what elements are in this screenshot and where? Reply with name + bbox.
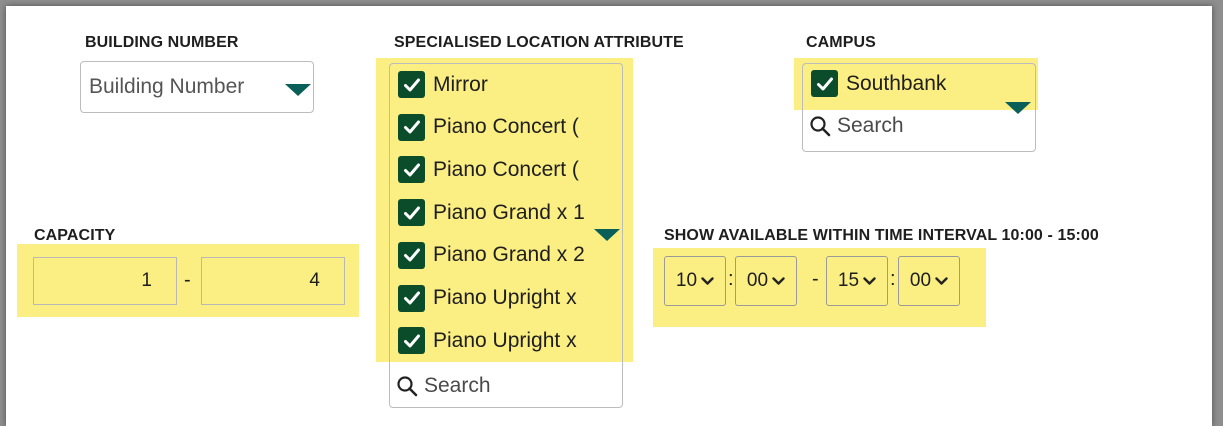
start-hour-select[interactable]: 10 bbox=[664, 256, 726, 306]
start-hour-value: 10 bbox=[675, 270, 698, 291]
caret-down-icon[interactable] bbox=[594, 229, 620, 241]
capacity-separator: - bbox=[184, 269, 191, 291]
end-minute-value: 00 bbox=[909, 270, 932, 291]
specialised-option-label: Piano Upright x bbox=[433, 328, 577, 352]
checkbox-checked[interactable] bbox=[398, 284, 425, 312]
time-interval-label: SHOW AVAILABLE WITHIN TIME INTERVAL 10:0… bbox=[664, 227, 1099, 244]
check-icon bbox=[403, 291, 420, 305]
campus-multiselect[interactable]: Southbank Search bbox=[802, 63, 1036, 152]
search-placeholder: Search bbox=[424, 374, 491, 397]
campus-option[interactable]: Southbank bbox=[811, 70, 946, 97]
start-colon: : bbox=[728, 268, 734, 290]
checkbox-checked[interactable] bbox=[398, 113, 425, 141]
chevron-down-icon bbox=[935, 276, 948, 285]
end-hour-select[interactable]: 15 bbox=[826, 256, 888, 306]
building-number-placeholder: Building Number bbox=[89, 75, 245, 98]
check-icon bbox=[816, 77, 833, 90]
end-colon: : bbox=[890, 268, 896, 290]
search-icon bbox=[810, 116, 831, 137]
checkbox-checked[interactable] bbox=[398, 156, 425, 184]
specialised-option[interactable]: Piano Upright x bbox=[398, 327, 577, 355]
checkbox-checked[interactable] bbox=[398, 327, 425, 355]
end-hour-value: 15 bbox=[837, 270, 860, 291]
check-icon bbox=[403, 120, 420, 134]
specialised-option-label: Piano Grand x 2 bbox=[433, 243, 585, 267]
specialised-option[interactable]: Piano Grand x 2 bbox=[398, 241, 585, 269]
checkbox-checked[interactable] bbox=[398, 71, 425, 98]
check-icon bbox=[403, 163, 420, 177]
chevron-down-icon bbox=[863, 276, 876, 285]
building-number-dropdown[interactable]: Building Number bbox=[80, 61, 314, 113]
specialised-location-label: SPECIALISED LOCATION ATTRIBUTE bbox=[394, 34, 684, 51]
specialised-option[interactable]: Piano Upright x bbox=[398, 284, 577, 312]
campus-search[interactable]: Search bbox=[809, 114, 904, 138]
checkbox-checked[interactable] bbox=[398, 241, 425, 269]
specialised-option-label: Piano Grand x 1 bbox=[433, 200, 585, 224]
start-minute-value: 00 bbox=[746, 270, 769, 291]
end-minute-select[interactable]: 00 bbox=[898, 256, 960, 306]
check-icon bbox=[403, 334, 420, 348]
capacity-max-input[interactable]: 4 bbox=[201, 257, 345, 305]
checkbox-checked[interactable] bbox=[398, 199, 425, 227]
chevron-down-icon bbox=[772, 276, 785, 285]
specialised-location-multiselect[interactable]: Mirror Piano Concert ( Piano Concert ( Pian… bbox=[389, 63, 623, 408]
capacity-label: CAPACITY bbox=[34, 227, 116, 244]
search-placeholder: Search bbox=[837, 114, 904, 137]
campus-label: CAMPUS bbox=[806, 34, 876, 51]
specialised-option-label: Piano Concert ( bbox=[433, 115, 579, 139]
specialised-option[interactable]: Mirror bbox=[398, 71, 488, 98]
filter-panel: BUILDING NUMBER Building Number SPECIALI… bbox=[6, 6, 1212, 426]
check-icon bbox=[403, 206, 420, 220]
search-icon bbox=[397, 376, 418, 397]
chevron-down-icon bbox=[701, 276, 714, 285]
time-dash: - bbox=[812, 268, 819, 290]
capacity-min-input[interactable]: 1 bbox=[33, 257, 177, 305]
building-number-label: BUILDING NUMBER bbox=[85, 34, 239, 51]
check-icon bbox=[403, 248, 420, 262]
specialised-option-label: Piano Upright x bbox=[433, 286, 577, 309]
specialised-option-label: Piano Concert ( bbox=[433, 157, 579, 181]
caret-down-icon[interactable] bbox=[1005, 102, 1031, 114]
start-minute-select[interactable]: 00 bbox=[735, 256, 797, 306]
specialised-option[interactable]: Piano Grand x 1 bbox=[398, 199, 585, 227]
checkbox-checked[interactable] bbox=[811, 70, 838, 97]
specialised-option-label: Mirror bbox=[433, 72, 488, 96]
caret-down-icon[interactable] bbox=[285, 84, 311, 96]
campus-option-label: Southbank bbox=[846, 71, 947, 95]
check-icon bbox=[403, 78, 420, 91]
specialised-search[interactable]: Search bbox=[396, 368, 618, 404]
specialised-option[interactable]: Piano Concert ( bbox=[398, 156, 579, 184]
specialised-option[interactable]: Piano Concert ( bbox=[398, 113, 579, 141]
